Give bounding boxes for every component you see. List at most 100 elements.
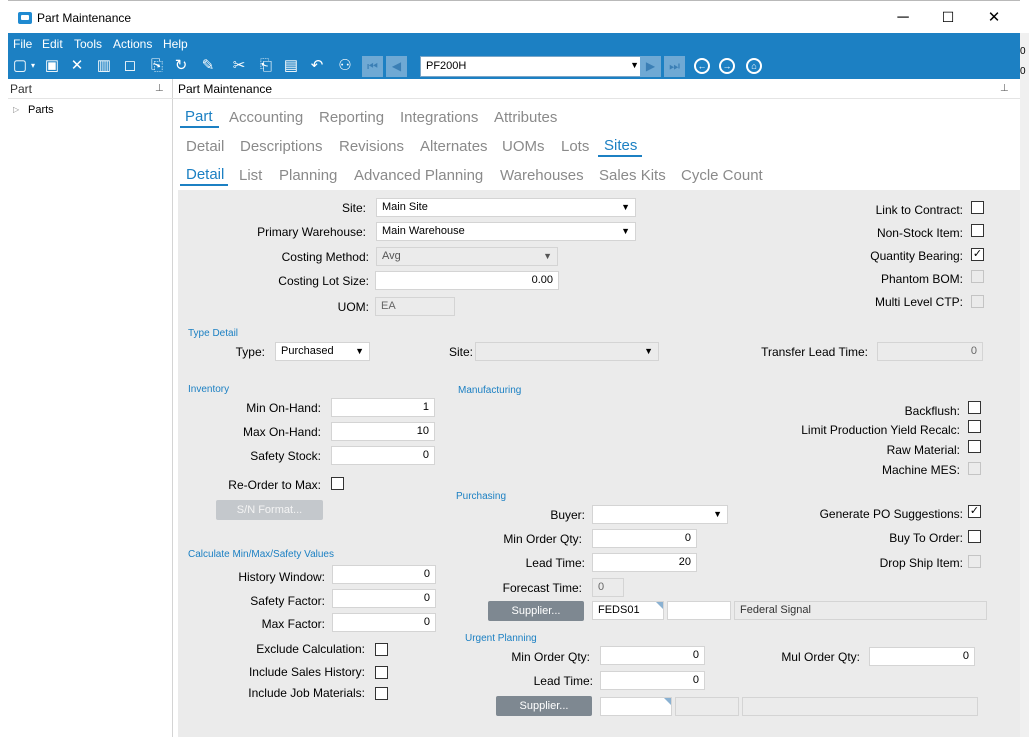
safety-stock-input[interactable]: 0 [331,446,435,465]
buyer-dropdown[interactable]: ▼ [592,505,728,524]
tab-advanced-planning[interactable]: Advanced Planning [354,167,483,184]
supplier-id-input[interactable]: FEDS01 [592,601,664,620]
supplier-name-input[interactable]: Federal Signal [734,601,987,620]
previous-record-icon[interactable]: ◀ [386,56,407,77]
part-number-combo[interactable]: PF200H ▼ [420,56,644,77]
tab-cycle-count[interactable]: Cycle Count [681,167,763,184]
last-record-icon[interactable]: ⏭ [664,56,685,77]
supplier-extra-input[interactable] [667,601,731,620]
tab-planning[interactable]: Planning [279,167,337,184]
limit-production-checkbox[interactable] [968,420,981,433]
tab-alternates[interactable]: Alternates [420,138,488,155]
costing-method-dropdown[interactable]: Avg ▼ [376,247,558,266]
binoculars-icon[interactable]: ⚇ [335,57,355,75]
menu-help[interactable]: Help [163,37,188,51]
quantity-bearing-checkbox[interactable]: ✓ [971,248,984,261]
tab-uoms[interactable]: UOMs [502,138,545,155]
tab-descriptions[interactable]: Descriptions [240,138,323,155]
menu-tools[interactable]: Tools [74,37,102,51]
cut-icon[interactable]: ✂ [229,57,249,75]
copy-icon[interactable]: ⎗ [256,57,276,75]
tab-site-detail[interactable]: Detail [186,166,224,183]
attachment-icon[interactable]: ⎘ [147,57,167,75]
menu-edit[interactable]: Edit [42,37,63,51]
delete-icon[interactable]: ✕ [67,57,87,75]
type-site-dropdown[interactable]: ▼ [475,342,659,361]
tab-part[interactable]: Part [185,108,213,125]
new-icon[interactable]: ▢ [10,57,30,75]
brush-icon[interactable]: ✎ [198,57,218,75]
next-record-icon[interactable]: ▶ [640,56,661,77]
paste-icon[interactable]: ▤ [281,57,301,75]
lead-time-input[interactable]: 20 [592,553,697,572]
urgent-supplier-button[interactable]: Supplier... [496,696,592,716]
site-dropdown[interactable]: Main Site ▼ [376,198,636,217]
machine-mes-checkbox[interactable] [968,462,981,475]
type-dropdown[interactable]: Purchased ▼ [275,342,370,361]
maximize-button[interactable]: ☐ [925,1,971,34]
mul-order-qty-input[interactable]: 0 [869,647,975,666]
tab-detail[interactable]: Detail [186,138,224,155]
min-order-qty-input[interactable]: 0 [592,529,697,548]
tab-accounting[interactable]: Accounting [229,109,303,126]
include-job-materials-checkbox[interactable] [375,687,388,700]
refresh-icon[interactable]: ↻ [171,57,191,75]
max-on-hand-input[interactable]: 10 [331,422,435,441]
back-icon[interactable]: ← [694,58,710,74]
supplier-button[interactable]: Supplier... [488,601,584,621]
costing-lot-size-input[interactable]: 0.00 [375,271,559,290]
first-record-icon[interactable]: ⏮ [362,56,383,77]
pin-icon[interactable]: ⊥ [1000,83,1009,94]
buy-to-order-checkbox[interactable] [968,530,981,543]
drop-ship-checkbox[interactable] [968,555,981,568]
pin-icon[interactable]: ⊥ [155,83,164,94]
forward-icon[interactable]: → [719,58,735,74]
sn-format-button[interactable]: S/N Format... [216,500,323,520]
home-icon[interactable]: ⌂ [746,58,762,74]
transfer-lead-time-input[interactable]: 0 [877,342,983,361]
backflush-checkbox[interactable] [968,401,981,414]
tab-revisions[interactable]: Revisions [339,138,404,155]
save-icon[interactable]: ▣ [42,57,62,75]
urgent-supplier-name-input[interactable] [742,697,978,716]
menu-actions[interactable]: Actions [113,37,152,51]
include-sales-history-checkbox[interactable] [375,666,388,679]
close-button[interactable]: ✕ [971,1,1017,34]
history-window-input[interactable]: 0 [332,565,436,584]
new-dropdown-icon[interactable]: ▾ [28,57,38,75]
tab-integrations[interactable]: Integrations [400,109,478,126]
safety-stock-label: Safety Stock: [250,449,321,463]
urgent-supplier-id-input[interactable] [600,697,672,716]
tab-sales-kits[interactable]: Sales Kits [599,167,666,184]
undo-icon[interactable]: ↶ [307,57,327,75]
exclude-calculation-checkbox[interactable] [375,643,388,656]
uom-input[interactable]: EA [375,297,455,316]
urgent-min-order-qty-input[interactable]: 0 [600,646,705,665]
urgent-supplier-extra-input[interactable] [675,697,739,716]
menu-file[interactable]: File [13,37,32,51]
tab-warehouses[interactable]: Warehouses [500,167,584,184]
min-on-hand-input[interactable]: 1 [331,398,435,417]
minimize-button[interactable]: ─ [880,1,926,34]
clear-icon[interactable]: ◻ [120,57,140,75]
expand-arrow-icon[interactable]: ▷ [13,105,19,114]
multi-level-ctp-checkbox[interactable] [971,295,984,308]
tree-node-parts[interactable]: Parts [28,104,54,116]
raw-material-checkbox[interactable] [968,440,981,453]
tab-reporting[interactable]: Reporting [319,109,384,126]
link-to-contract-checkbox[interactable] [971,201,984,214]
generate-po-checkbox[interactable]: ✓ [968,505,981,518]
tab-attributes[interactable]: Attributes [494,109,557,126]
tab-sites[interactable]: Sites [604,137,637,154]
safety-factor-input[interactable]: 0 [332,589,436,608]
urgent-lead-time-input[interactable]: 0 [600,671,705,690]
primary-warehouse-dropdown[interactable]: Main Warehouse ▼ [376,222,636,241]
forecast-time-input[interactable]: 0 [592,578,624,597]
tab-lots[interactable]: Lots [561,138,589,155]
reorder-to-max-checkbox[interactable] [331,477,344,490]
non-stock-item-checkbox[interactable] [971,224,984,237]
book-icon[interactable]: ▥ [94,57,114,75]
max-factor-input[interactable]: 0 [332,613,436,632]
tab-list[interactable]: List [239,167,262,184]
phantom-bom-checkbox[interactable] [971,270,984,283]
